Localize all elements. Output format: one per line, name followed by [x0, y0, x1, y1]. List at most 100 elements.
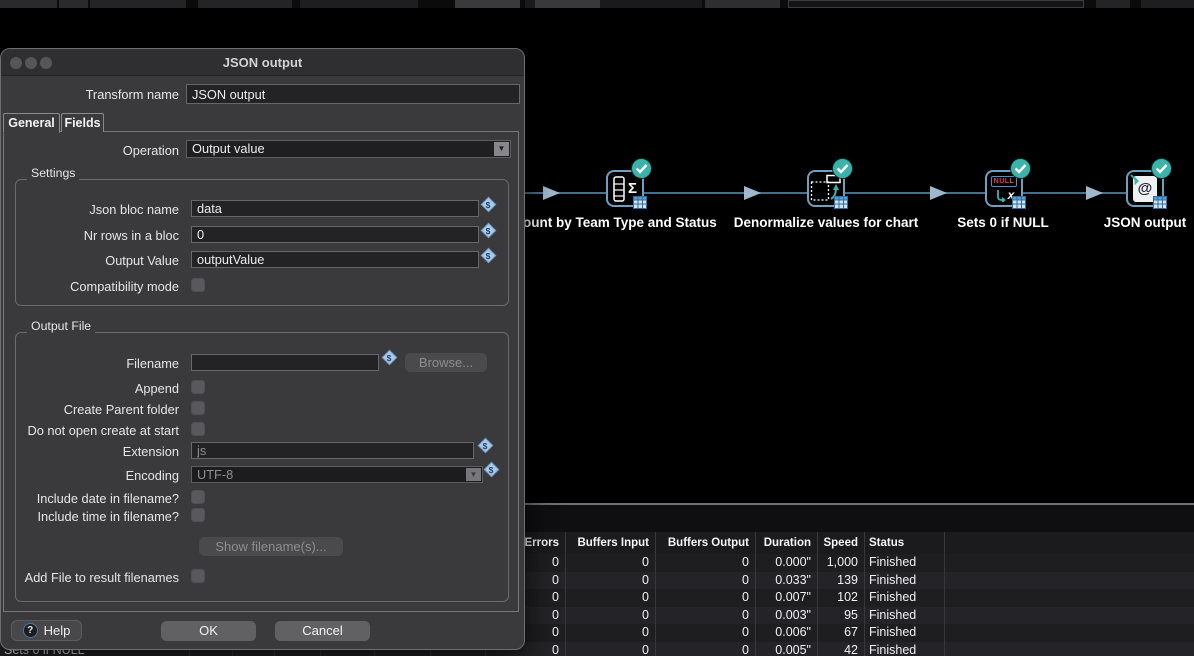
hop-line [644, 192, 807, 194]
cell-speed: 102 [818, 589, 865, 607]
toolbar-segment [59, 0, 88, 8]
toolbar-segment [788, 0, 1084, 8]
toolbar-segment [300, 0, 418, 8]
cell-buffers-input: 0 [566, 589, 656, 607]
minimize-button-icon[interactable] [25, 57, 37, 69]
help-button[interactable]: ? Help [11, 620, 82, 641]
transform-name-input[interactable] [186, 84, 520, 104]
dollar-glyph: $ [489, 464, 494, 474]
cell-status: Finished [865, 624, 945, 642]
column-header-duration[interactable]: Duration [756, 532, 818, 554]
column-header-buffers-output[interactable]: Buffers Output [656, 532, 756, 554]
toolbar-segment [0, 0, 57, 8]
app-window: Σ Count by Team Type and Status [0, 0, 1194, 656]
cell-speed: 1,000 [818, 554, 865, 572]
output-value-input[interactable] [191, 251, 479, 268]
data-grid-icon[interactable] [633, 196, 647, 209]
node-label[interactable]: Denormalize values for chart [734, 215, 919, 230]
column-header-speed[interactable]: Speed [818, 532, 865, 554]
maximize-button-icon[interactable] [40, 57, 52, 69]
column-header-buffers-input[interactable]: Buffers Input [566, 532, 656, 554]
cell-duration: 0.006" [756, 624, 818, 642]
cell-filler [945, 554, 1194, 572]
include-date-checkbox[interactable] [191, 490, 205, 504]
table-column-glyph [613, 176, 626, 202]
extension-input[interactable] [191, 442, 474, 459]
cell-duration: 0.003" [756, 607, 818, 625]
hop-line [525, 192, 606, 194]
chevron-down-icon[interactable]: ▼ [466, 468, 481, 481]
add-file-to-result-checkbox[interactable] [191, 569, 205, 583]
close-button-icon[interactable] [10, 57, 22, 69]
success-check-icon [1010, 158, 1031, 179]
json-bloc-name-label: Json bloc name [1, 202, 179, 217]
json-bloc-name-input[interactable] [191, 200, 479, 217]
node-label[interactable]: Sets 0 if NULL [957, 215, 1049, 230]
tab-general[interactable]: General [3, 113, 60, 133]
dialog-titlebar[interactable]: JSON output [1, 49, 524, 76]
hop-arrowhead [930, 186, 947, 200]
hop-arrowhead [744, 186, 761, 200]
show-filenames-button[interactable]: Show filename(s)... [199, 537, 343, 556]
operation-value: Output value [192, 141, 265, 156]
include-time-checkbox[interactable] [191, 508, 205, 522]
header-cell-filler [945, 532, 1194, 554]
cell-buffers-output: 0 [656, 624, 756, 642]
toolbar-segment [90, 0, 186, 8]
column-header-status[interactable]: Status [865, 532, 945, 554]
toolbar-segment [535, 0, 600, 8]
compatibility-mode-label: Compatibility mode [1, 279, 179, 294]
dialog-title: JSON output [1, 49, 524, 76]
cell-buffers-output: 0 [656, 589, 756, 607]
filename-input[interactable] [191, 354, 379, 371]
include-date-label: Include date in filename? [1, 491, 179, 506]
data-grid-icon[interactable] [1012, 196, 1026, 209]
data-grid-icon[interactable] [1153, 196, 1167, 209]
success-check-icon [1151, 158, 1172, 179]
cell-filler [945, 589, 1194, 607]
data-grid-icon[interactable] [834, 196, 848, 209]
chevron-down-icon[interactable]: ▼ [494, 142, 509, 156]
help-button-label: Help [44, 623, 71, 638]
cell-buffers-output: 0 [656, 572, 756, 590]
cell-speed: 95 [818, 607, 865, 625]
help-icon: ? [23, 623, 38, 638]
dollar-glyph: $ [486, 250, 491, 260]
cell-buffers-output: 0 [656, 642, 756, 656]
compatibility-mode-checkbox[interactable] [191, 278, 205, 292]
node-label[interactable]: JSON output [1104, 215, 1187, 230]
cell-filler [945, 607, 1194, 625]
hop-arrowhead [543, 186, 560, 200]
hop-line [845, 192, 985, 194]
hop-arrowhead [1086, 186, 1103, 200]
output-file-group-title: Output File [27, 319, 95, 333]
ok-button[interactable]: OK [161, 621, 256, 641]
toolbar-segment [1141, 0, 1194, 8]
json-output-dialog: JSON output Transform name General Field… [0, 48, 525, 650]
append-checkbox[interactable] [191, 380, 205, 394]
cancel-button[interactable]: Cancel [275, 621, 370, 641]
tab-fields[interactable]: Fields [61, 113, 104, 132]
cell-buffers-input: 0 [566, 554, 656, 572]
browse-button[interactable]: Browse... [405, 353, 487, 372]
success-check-icon [631, 158, 652, 179]
cell-status: Finished [865, 572, 945, 590]
settings-group-title: Settings [27, 166, 79, 180]
nr-rows-input[interactable] [191, 226, 479, 243]
cell-status: Finished [865, 607, 945, 625]
node-label[interactable]: Count by Team Type and Status [513, 215, 717, 230]
operation-combo[interactable]: Output value ▼ [186, 140, 511, 158]
encoding-combo[interactable]: UTF-8 ▼ [191, 466, 483, 483]
dollar-glyph: $ [483, 440, 488, 450]
cell-duration: 0.000" [756, 554, 818, 572]
create-parent-folder-checkbox[interactable] [191, 401, 205, 415]
add-file-to-result-label: Add File to result filenames [1, 570, 179, 585]
arrow-down-glyph [994, 189, 1006, 202]
toolbar-segment [455, 0, 520, 8]
do-not-open-create-checkbox[interactable] [191, 422, 205, 436]
top-toolbar [0, 0, 1194, 8]
cell-buffers-output: 0 [656, 554, 756, 572]
input-arrow-glyph [1130, 174, 1141, 185]
cell-status: Finished [865, 642, 945, 656]
cell-filler [945, 572, 1194, 590]
